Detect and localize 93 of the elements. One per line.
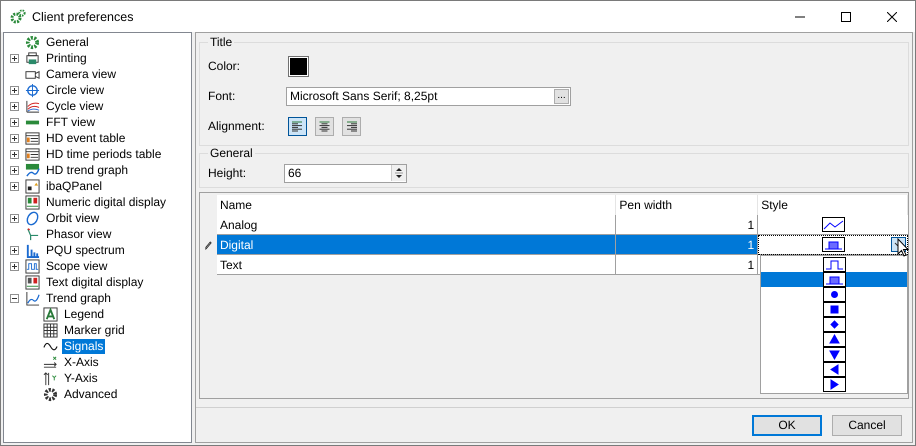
field-label: Font: — [208, 89, 236, 103]
expander-icon[interactable] — [10, 246, 18, 254]
expander-icon[interactable] — [10, 118, 18, 126]
expander-icon[interactable] — [10, 166, 18, 174]
align-left-button[interactable] — [288, 116, 307, 136]
align-left-icon — [292, 120, 303, 132]
tree-item[interactable]: Circle view — [44, 82, 106, 98]
tree-item[interactable]: Camera view — [44, 66, 118, 82]
close-icon[interactable] — [887, 12, 897, 22]
tri-left-style-icon — [822, 362, 846, 377]
font-field[interactable]: Microsoft Sans Serif; 8,25pt ... — [286, 86, 571, 106]
expander-icon[interactable] — [10, 150, 18, 158]
expander-icon[interactable] — [10, 262, 18, 270]
circle-style-icon — [822, 287, 846, 302]
tree-item[interactable]: HD event table — [44, 130, 128, 146]
group-title: General — [209, 146, 254, 160]
printer-icon — [24, 50, 40, 66]
bar-style-icon — [822, 272, 846, 287]
field-label: Height: — [208, 166, 248, 180]
table-icon — [24, 146, 40, 162]
tree-item[interactable]: Orbit view — [44, 210, 102, 226]
gears-icon — [10, 8, 26, 24]
scope-icon — [24, 258, 40, 274]
trendgraph-icon — [24, 290, 40, 306]
tree-item[interactable]: PQU spectrum — [44, 242, 127, 258]
tree-item[interactable]: Signals — [62, 338, 106, 354]
pencil-icon — [204, 240, 212, 250]
diamond-style-icon — [822, 317, 846, 332]
orbit-icon — [24, 210, 40, 226]
align-right-button[interactable] — [342, 116, 361, 136]
trend-icon — [24, 162, 40, 178]
dialog-button[interactable]: OK — [752, 414, 822, 436]
grid-icon — [42, 322, 58, 338]
window-title: Client preferences — [32, 10, 134, 24]
tree-item[interactable]: Numeric digital display — [44, 194, 168, 210]
gear-icon — [24, 34, 40, 50]
expander-icon[interactable] — [10, 182, 18, 190]
tri-up-style-icon — [822, 332, 846, 347]
table-cell: 1 — [616, 235, 758, 255]
gear-icon — [42, 386, 58, 402]
expander-icon[interactable] — [10, 102, 18, 110]
dialog-button[interactable]: Cancel — [832, 414, 902, 436]
expander-icon[interactable] — [10, 134, 18, 142]
circle-icon — [24, 82, 40, 98]
column-header[interactable]: Name — [216, 195, 616, 215]
expander-icon[interactable] — [10, 86, 18, 94]
color-picker[interactable] — [288, 56, 309, 76]
table-cell[interactable]: Analog — [216, 215, 616, 235]
tree-item[interactable]: Cycle view — [44, 98, 106, 114]
column-header[interactable]: Style — [758, 195, 908, 215]
column-header[interactable]: Pen width — [616, 195, 758, 215]
tree-item[interactable]: Phasor view — [44, 226, 114, 242]
expander-icon[interactable] — [10, 54, 18, 62]
tree-item[interactable]: Trend graph — [44, 290, 113, 306]
table-cell[interactable]: Digital — [216, 235, 616, 255]
align-right-icon — [346, 120, 357, 132]
align-center-button[interactable] — [315, 116, 334, 136]
height-spinner[interactable]: 66 — [284, 164, 407, 182]
tree-item[interactable]: Y-Axis — [62, 370, 100, 386]
dropdown-option[interactable] — [761, 272, 907, 287]
tree-item[interactable]: FFT view — [44, 114, 98, 130]
field-label: Alignment: — [208, 119, 266, 133]
tree-item[interactable]: X-Axis — [62, 354, 101, 370]
legend-icon — [42, 306, 58, 322]
tree-item[interactable]: ibaQPanel — [44, 178, 104, 194]
expander-icon[interactable] — [10, 214, 18, 222]
browse-button[interactable]: ... — [554, 88, 569, 104]
maximize-icon[interactable] — [841, 12, 851, 22]
spectrum-icon — [24, 242, 40, 258]
tree-item[interactable]: Legend — [62, 306, 106, 322]
table-icon — [24, 130, 40, 146]
table-cell[interactable]: Text — [216, 255, 616, 275]
table-cell: 1 — [616, 255, 758, 275]
expander-icon[interactable] — [10, 294, 18, 302]
tree-item[interactable]: HD trend graph — [44, 162, 130, 178]
tree-item[interactable]: Marker grid — [62, 322, 127, 338]
align-center-icon — [319, 120, 330, 132]
bar-style-icon — [822, 237, 845, 252]
cycle-icon — [24, 98, 40, 114]
tree-item[interactable]: General — [44, 34, 91, 50]
tree-item[interactable]: Advanced — [62, 386, 120, 402]
table-cell: 1 — [616, 215, 758, 235]
style-cell[interactable] — [758, 215, 908, 235]
group-title: Title — [209, 35, 234, 49]
style-cell[interactable] — [758, 235, 908, 255]
tri-down-style-icon — [822, 347, 846, 362]
field-label: Color: — [208, 59, 242, 73]
tree-item[interactable]: Text digital display — [44, 274, 146, 290]
tree-item[interactable]: HD time periods table — [44, 146, 164, 162]
tree-item[interactable]: Scope view — [44, 258, 110, 274]
square-style-icon — [822, 302, 846, 317]
line-style-icon — [822, 217, 845, 232]
tree-item[interactable]: Printing — [44, 50, 89, 66]
